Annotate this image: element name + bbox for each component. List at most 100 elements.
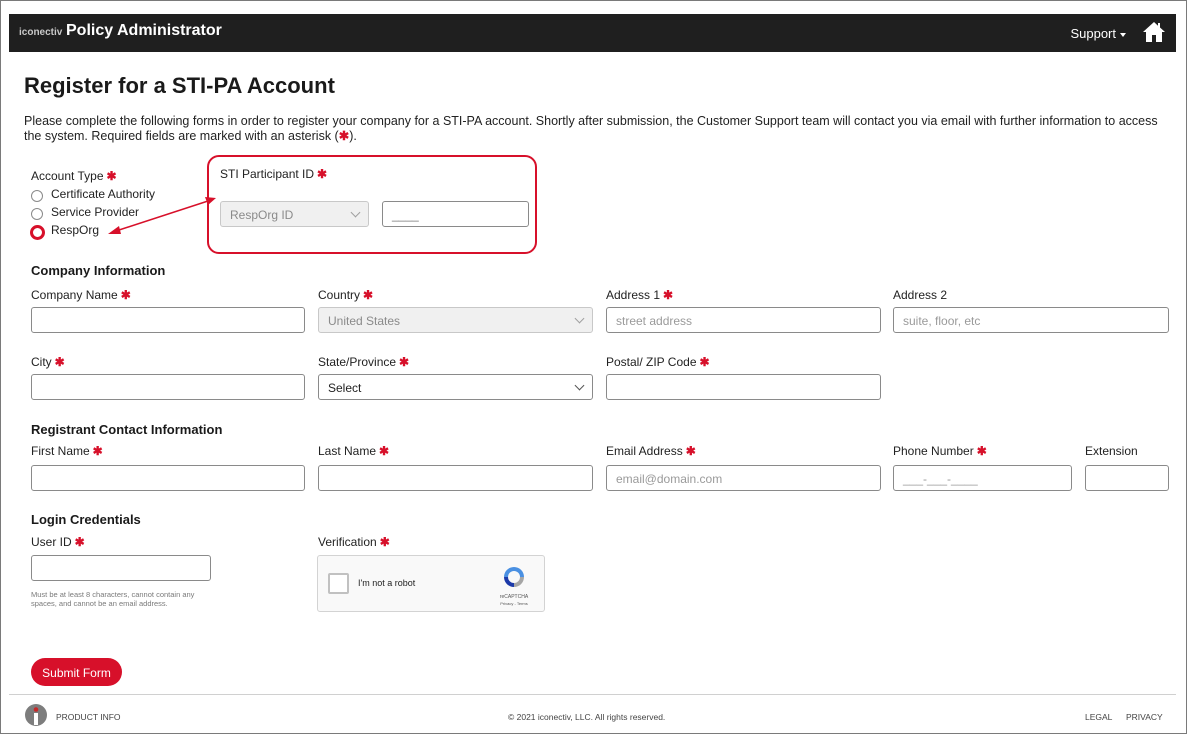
phone-label: Phone Number ✱ (893, 444, 987, 458)
email-label-text: Email Address (606, 444, 683, 458)
product-info-link[interactable]: PRODUCT INFO (56, 712, 121, 722)
recaptcha-logo-icon (504, 567, 524, 587)
account-type-label-text: Account Type (31, 169, 104, 183)
required-asterisk-sample: ✱ (338, 129, 350, 143)
company-name-input[interactable] (31, 307, 305, 333)
required-asterisk: ✱ (699, 355, 710, 369)
user-id-label: User ID ✱ (31, 535, 85, 549)
state-label-text: State/Province (318, 355, 397, 369)
support-menu-label[interactable]: Support (1070, 26, 1116, 41)
address1-placeholder: street address (616, 314, 693, 328)
required-asterisk: ✱ (92, 444, 103, 458)
required-asterisk: ✱ (54, 355, 65, 369)
intro-body: Please complete the following forms in o… (24, 114, 1158, 143)
city-input[interactable] (31, 374, 305, 400)
city-label: City ✱ (31, 355, 65, 369)
required-asterisk: ✱ (379, 535, 390, 549)
company-name-label-text: Company Name (31, 288, 118, 302)
country-label: Country ✱ (318, 288, 373, 302)
last-name-label: Last Name ✱ (318, 444, 389, 458)
required-asterisk: ✱ (106, 169, 117, 183)
last-name-label-text: Last Name (318, 444, 377, 458)
first-name-input[interactable] (31, 465, 305, 491)
state-select[interactable]: Select (318, 374, 593, 400)
email-placeholder: email@domain.com (616, 472, 723, 486)
company-info-heading: Company Information (31, 263, 166, 278)
user-id-hint: Must be at least 8 characters, cannot co… (31, 590, 195, 608)
legal-link[interactable]: LEGAL (1085, 712, 1112, 722)
participant-id-input[interactable]: ____ (382, 201, 529, 227)
chevron-down-icon (350, 207, 361, 218)
required-asterisk: ✱ (363, 288, 374, 302)
privacy-link[interactable]: PRIVACY (1126, 712, 1163, 722)
required-asterisk: ✱ (74, 535, 85, 549)
country-value: United States (328, 314, 401, 328)
intro-text: Please complete the following forms in o… (24, 114, 1164, 144)
required-asterisk: ✱ (317, 167, 328, 181)
first-name-label-text: First Name (31, 444, 90, 458)
extension-input[interactable] (1085, 465, 1169, 491)
user-id-label-text: User ID (31, 535, 72, 549)
city-label-text: City (31, 355, 52, 369)
chevron-down-icon (1120, 32, 1126, 37)
recaptcha-terms[interactable]: Privacy - Terms (486, 601, 542, 606)
submit-form-button[interactable]: Submit Form (31, 658, 122, 686)
participant-type-select[interactable]: RespOrg ID (220, 201, 369, 227)
company-name-label: Company Name ✱ (31, 288, 131, 302)
recaptcha-checkbox[interactable] (328, 573, 349, 594)
sti-participant-label-text: STI Participant ID (220, 167, 315, 181)
verification-label: Verification ✱ (318, 535, 390, 549)
address2-input[interactable]: suite, floor, etc (893, 307, 1169, 333)
phone-input[interactable]: ___-___-____ (893, 465, 1072, 491)
participant-id-placeholder: ____ (392, 208, 419, 222)
radio-label-resporg[interactable]: RespOrg (51, 223, 99, 237)
address2-label: Address 2 (893, 288, 948, 302)
iconectiv-logo-icon[interactable] (24, 703, 48, 727)
email-label: Email Address ✱ (606, 444, 696, 458)
country-label-text: Country (318, 288, 361, 302)
brand-logo-text: iconectiv (19, 27, 63, 38)
footer-divider (9, 694, 1176, 695)
address1-label: Address 1 ✱ (606, 288, 673, 302)
extension-label: Extension (1085, 444, 1138, 458)
intro-end: ). (349, 129, 357, 143)
address1-label-text: Address 1 (606, 288, 661, 302)
home-icon[interactable] (1142, 21, 1166, 43)
recaptcha-label: I'm not a robot (358, 578, 416, 588)
zip-input[interactable] (606, 374, 881, 400)
phone-label-text: Phone Number (893, 444, 974, 458)
country-select[interactable]: United States (318, 307, 593, 333)
participant-type-value: RespOrg ID (230, 208, 294, 222)
address1-input[interactable]: street address (606, 307, 881, 333)
zip-label: Postal/ ZIP Code ✱ (606, 355, 710, 369)
required-asterisk: ✱ (663, 288, 674, 302)
address2-placeholder: suite, floor, etc (903, 314, 981, 328)
recaptcha-brand: reCAPTCHA (499, 594, 529, 600)
window-frame (0, 0, 1187, 734)
email-field[interactable]: email@domain.com (606, 465, 881, 491)
required-asterisk: ✱ (685, 444, 696, 458)
required-asterisk: ✱ (120, 288, 131, 302)
support-menu[interactable]: Support (1070, 26, 1126, 41)
user-id-input[interactable] (31, 555, 211, 581)
radio-service-provider[interactable] (31, 208, 43, 220)
callout-arrow-icon (108, 197, 216, 234)
account-type-label: Account Type ✱ (31, 169, 117, 183)
required-asterisk: ✱ (976, 444, 987, 458)
page-title: Register for a STI-PA Account (24, 73, 335, 98)
state-label: State/Province ✱ (318, 355, 409, 369)
copyright-text: © 2021 iconectiv, LLC. All rights reserv… (508, 712, 666, 722)
sti-participant-label: STI Participant ID ✱ (220, 167, 327, 181)
state-value: Select (328, 381, 362, 395)
chevron-down-icon (574, 313, 585, 324)
login-credentials-heading: Login Credentials (31, 512, 141, 527)
radio-certificate-authority[interactable] (31, 190, 43, 202)
last-name-input[interactable] (318, 465, 593, 491)
app-title[interactable]: Policy Administrator (66, 22, 222, 40)
required-asterisk: ✱ (399, 355, 410, 369)
verification-label-text: Verification (318, 535, 377, 549)
zip-label-text: Postal/ ZIP Code (606, 355, 697, 369)
top-nav-bar: iconectiv Policy Administrator Support (9, 14, 1176, 52)
first-name-label: First Name ✱ (31, 444, 103, 458)
radio-resporg[interactable] (30, 225, 45, 240)
